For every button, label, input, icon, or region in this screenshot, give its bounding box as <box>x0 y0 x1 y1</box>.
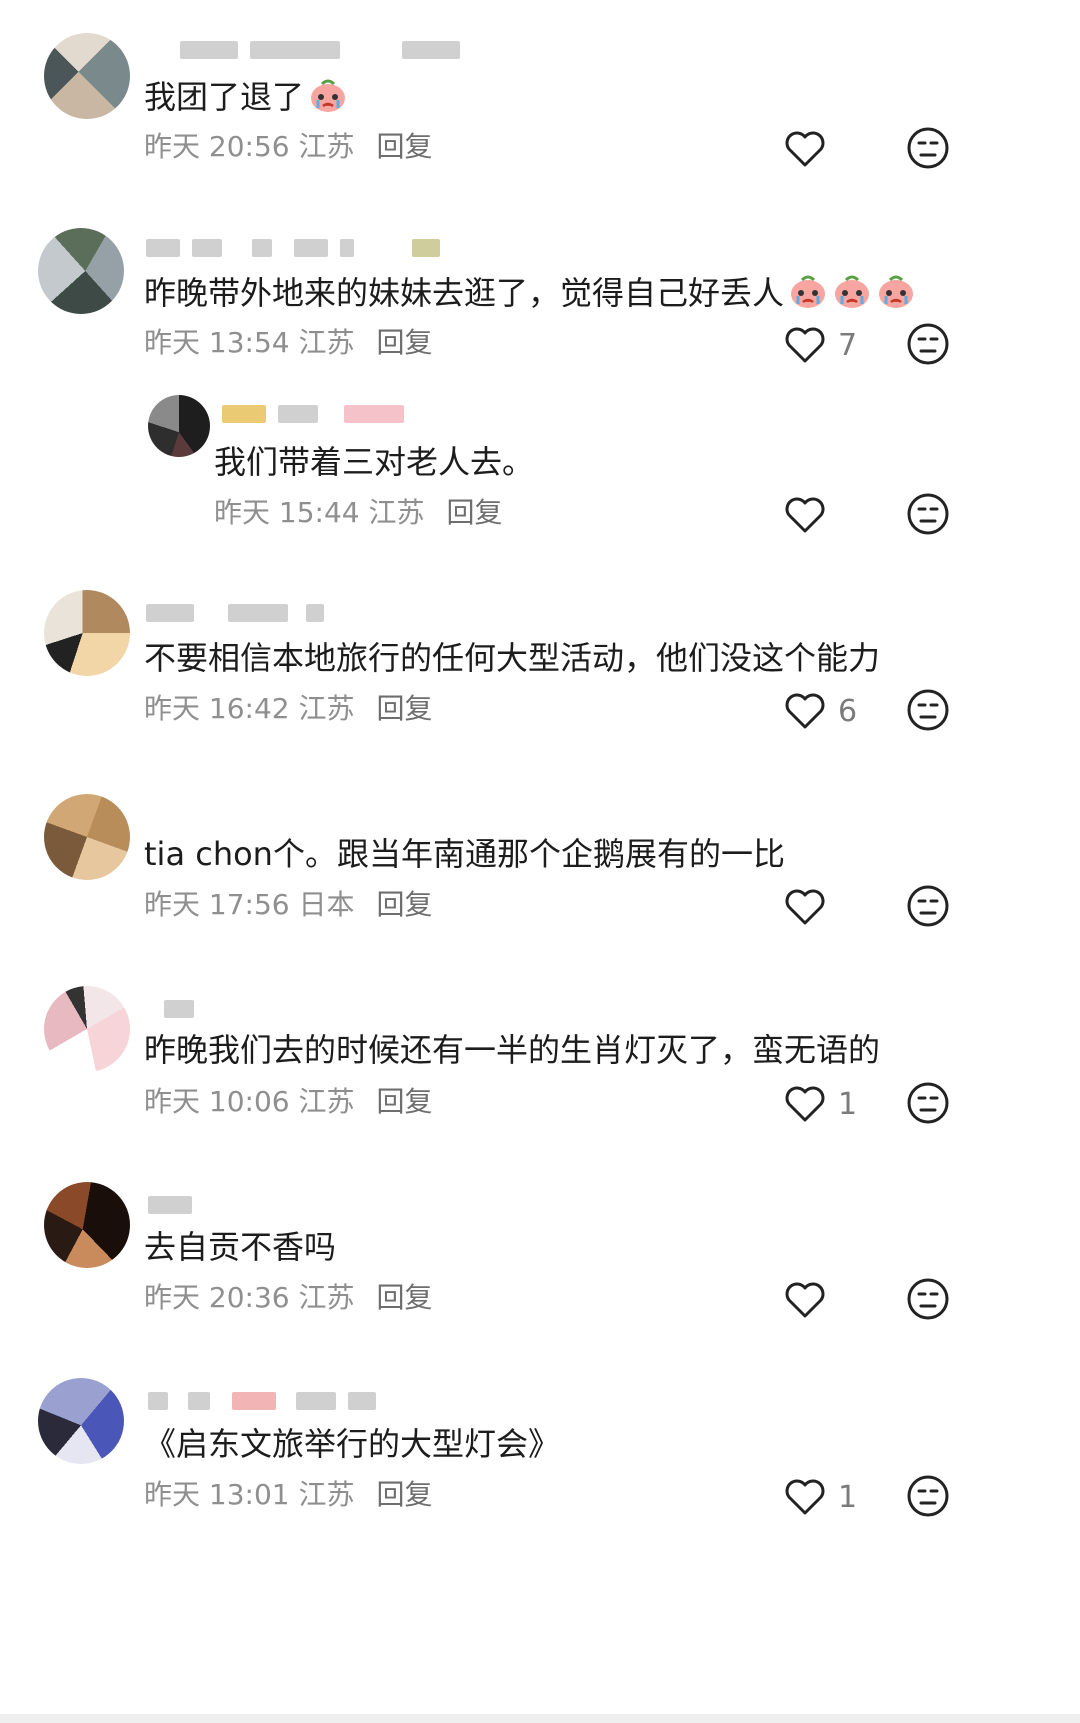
dislike-button[interactable] <box>906 126 950 170</box>
username-blurred[interactable] <box>148 1391 376 1411</box>
heart-outline-icon <box>785 1479 825 1515</box>
like-button[interactable]: 6 <box>784 692 857 730</box>
dislike-button[interactable] <box>906 1081 950 1125</box>
avatar[interactable] <box>44 794 130 880</box>
comment-meta: 昨天 16:42 江苏 回复 <box>144 692 433 725</box>
like-button[interactable]: 1 <box>784 1085 857 1123</box>
comment-text: 昨晚我们去的时候还有一半的生肖灯灭了，蛮无语的 <box>144 1031 881 1069</box>
username-blurred[interactable] <box>180 40 460 60</box>
avatar[interactable] <box>44 33 130 119</box>
reply-button[interactable]: 回复 <box>377 888 433 921</box>
crying-peach-emoji-icon <box>791 275 826 308</box>
bottom-divider <box>0 1714 1080 1723</box>
neutral-face-icon <box>907 1278 949 1320</box>
comment-text: 昨晚带外地来的妹妹去逛了，觉得自己好丢人 <box>144 272 916 313</box>
comment-text: 去自贡不香吗 <box>144 1228 337 1266</box>
neutral-face-icon <box>907 1475 949 1517</box>
crying-peach-emoji-icon <box>311 79 346 112</box>
crying-peach-emoji-icon <box>879 275 914 308</box>
comment-text: 我团了退了 <box>144 76 348 117</box>
comment-text: 我们带着三对老人去。 <box>214 443 535 481</box>
reply-button[interactable]: 回复 <box>377 130 433 163</box>
like-count: 1 <box>838 1086 858 1122</box>
heart-outline-icon <box>785 497 825 533</box>
heart-outline-icon <box>785 889 825 925</box>
dislike-button[interactable] <box>906 884 950 928</box>
like-button[interactable]: 7 <box>784 326 857 364</box>
like-count: 6 <box>838 693 858 729</box>
neutral-face-icon <box>907 689 949 731</box>
like-button[interactable] <box>784 130 838 168</box>
heart-outline-icon <box>785 131 825 167</box>
dislike-button[interactable] <box>906 492 950 536</box>
reply-button[interactable]: 回复 <box>377 692 433 725</box>
heart-outline-icon <box>785 1282 825 1318</box>
dislike-button[interactable] <box>906 1277 950 1321</box>
like-count: 7 <box>838 327 858 363</box>
heart-outline-icon <box>785 1086 825 1122</box>
like-button[interactable] <box>784 496 838 534</box>
username-blurred[interactable] <box>146 603 324 623</box>
neutral-face-icon <box>907 493 949 535</box>
heart-outline-icon <box>785 693 825 729</box>
avatar[interactable] <box>38 1378 124 1464</box>
comment-meta: 昨天 13:54 江苏 回复 <box>144 326 433 359</box>
neutral-face-icon <box>907 127 949 169</box>
username-blurred[interactable] <box>146 238 440 258</box>
like-count: 1 <box>838 1479 858 1515</box>
avatar[interactable] <box>148 395 210 457</box>
comment-meta: 昨天 13:01 江苏 回复 <box>144 1478 433 1511</box>
dislike-button[interactable] <box>906 1474 950 1518</box>
reply-button[interactable]: 回复 <box>447 496 503 529</box>
reply-button[interactable]: 回复 <box>377 1281 433 1314</box>
neutral-face-icon <box>907 323 949 365</box>
avatar[interactable] <box>44 1182 130 1268</box>
dislike-button[interactable] <box>906 688 950 732</box>
username-blurred[interactable] <box>222 404 404 424</box>
reply-button[interactable]: 回复 <box>377 1085 433 1118</box>
comment-meta: 昨天 20:36 江苏 回复 <box>144 1281 433 1314</box>
comment-meta: 昨天 17:56 日本 回复 <box>144 888 433 921</box>
comment-text: 不要相信本地旅行的任何大型活动，他们没这个能力 <box>144 639 881 677</box>
comment-meta: 昨天 10:06 江苏 回复 <box>144 1085 433 1118</box>
like-button[interactable] <box>784 1281 838 1319</box>
avatar[interactable] <box>38 228 124 314</box>
username-blurred[interactable] <box>148 1195 192 1215</box>
neutral-face-icon <box>907 885 949 927</box>
like-button[interactable] <box>784 888 838 926</box>
like-button[interactable]: 1 <box>784 1478 857 1516</box>
avatar[interactable] <box>44 986 130 1072</box>
comment-text: tia chon个。跟当年南通那个企鹅展有的一比 <box>144 835 785 873</box>
heart-outline-icon <box>785 327 825 363</box>
reply-button[interactable]: 回复 <box>377 1478 433 1511</box>
comment-meta: 昨天 20:56 江苏 回复 <box>144 130 433 163</box>
neutral-face-icon <box>907 1082 949 1124</box>
username-blurred[interactable] <box>164 999 194 1019</box>
comment-text: 《启东文旅举行的大型灯会》 <box>144 1425 561 1463</box>
crying-peach-emoji-icon <box>835 275 870 308</box>
reply-button[interactable]: 回复 <box>377 326 433 359</box>
comment-meta: 昨天 15:44 江苏 回复 <box>214 496 503 529</box>
avatar[interactable] <box>44 590 130 676</box>
dislike-button[interactable] <box>906 322 950 366</box>
